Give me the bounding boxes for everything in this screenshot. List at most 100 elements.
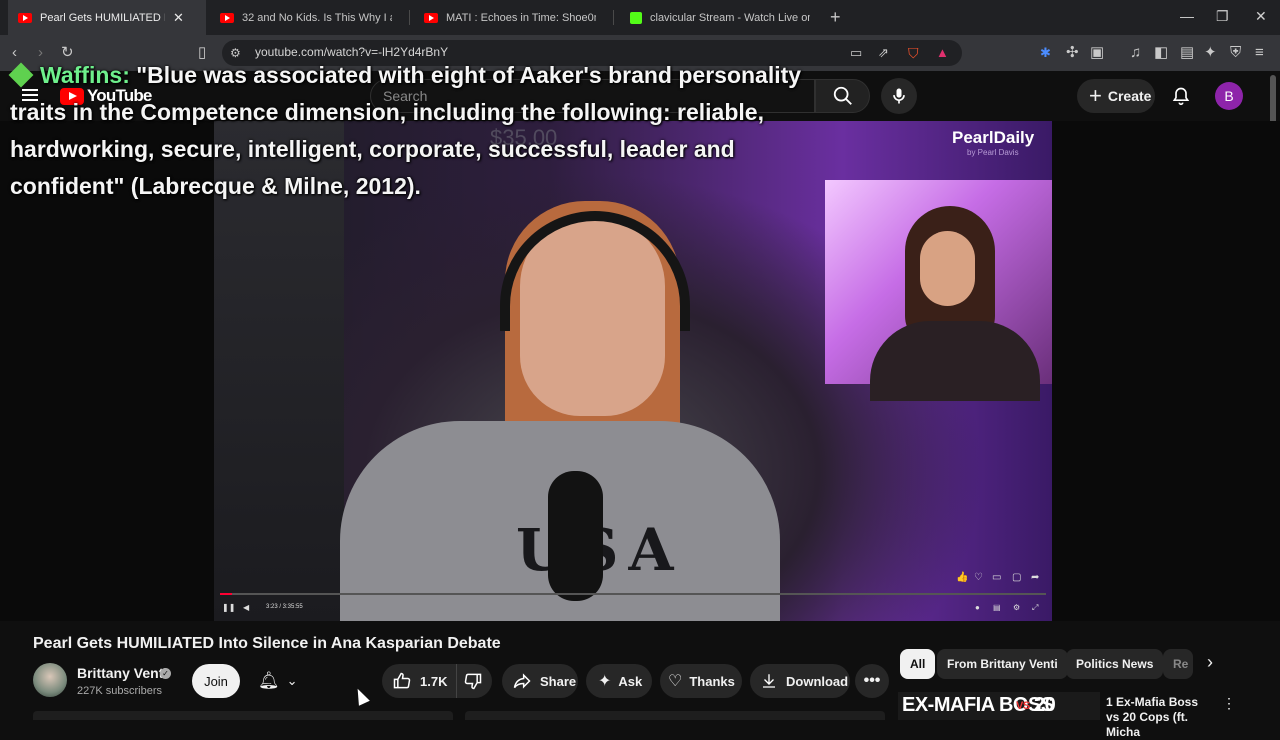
sparkle-icon: ✦ bbox=[598, 673, 612, 690]
comments-box[interactable] bbox=[465, 711, 885, 720]
kick-icon bbox=[630, 11, 642, 24]
recommendation-thumbnail[interactable]: EX-MAFIA BOSS VS 20 COPS bbox=[898, 692, 1100, 720]
subscribed-bell-button[interactable]: 🔔︎ ⌄ bbox=[248, 664, 314, 698]
tab-label: 32 and No Kids. Is This Why I am Lon bbox=[242, 11, 392, 24]
share-label: Share bbox=[540, 673, 577, 689]
share-arrow-icon bbox=[513, 673, 531, 689]
thumb-text-right: 20 COPS bbox=[1034, 694, 1089, 720]
inner-captions-icon: ▤ bbox=[993, 603, 1001, 612]
thumbs-down-icon bbox=[464, 673, 482, 690]
sidebar-icon[interactable]: ◧ bbox=[1154, 44, 1168, 62]
inset-body bbox=[870, 321, 1040, 401]
chat-username: Waffins: bbox=[40, 62, 130, 88]
inner-autoplay-icon: ● bbox=[975, 603, 980, 612]
thumb-text-vs: VS bbox=[1016, 700, 1030, 712]
thanks-label: Thanks bbox=[689, 673, 735, 689]
tab-label: clavicular Stream - Watch Live on Kic bbox=[650, 11, 810, 24]
tab[interactable]: clavicular Stream - Watch Live on Kic bbox=[620, 0, 820, 35]
share-icon[interactable]: ⇗ bbox=[878, 44, 889, 62]
chat-badge-icon bbox=[8, 62, 34, 88]
bell-icon: 🔔︎ bbox=[258, 671, 280, 690]
channel-name[interactable]: Brittany Venti bbox=[77, 665, 167, 681]
description-box[interactable] bbox=[33, 711, 453, 720]
restore-icon[interactable]: ❐ bbox=[1216, 8, 1229, 25]
join-button[interactable]: Join bbox=[192, 664, 240, 698]
extensions-icon[interactable]: ✣ bbox=[1066, 44, 1079, 62]
subscriber-count: 227K subscribers bbox=[77, 685, 162, 697]
brave-shield-icon[interactable]: ⛉ bbox=[908, 44, 919, 62]
create-label: Create bbox=[1107, 88, 1152, 104]
youtube-icon bbox=[220, 12, 234, 23]
search-icon bbox=[833, 86, 852, 105]
tab-separator bbox=[409, 10, 410, 25]
like-button[interactable]: 1.7K bbox=[382, 664, 456, 698]
ask-label: Ask bbox=[618, 673, 643, 689]
inner-time-readout: 3:23 / 3:35:55 bbox=[266, 604, 303, 610]
tab-active[interactable]: Pearl Gets HUMILIATED Into S ✕ bbox=[8, 0, 206, 35]
tab-label: MATI : Echoes in Time: Shoe0nhead bbox=[446, 11, 596, 24]
chevron-down-icon: ⌄ bbox=[286, 673, 298, 688]
tab[interactable]: MATI : Echoes in Time: Shoe0nhead bbox=[414, 0, 614, 35]
dislike-button[interactable] bbox=[456, 664, 492, 698]
chevron-right-icon[interactable]: › bbox=[1207, 652, 1213, 673]
window-close-icon[interactable]: ✕ bbox=[1255, 8, 1267, 25]
chip-all[interactable]: All bbox=[900, 649, 936, 679]
ask-button[interactable]: ✦ Ask bbox=[586, 664, 652, 698]
chip-from-channel[interactable]: From Brittany Venti bbox=[937, 649, 1068, 679]
inner-pause-icon: ❚❚ bbox=[222, 603, 236, 612]
verified-check-icon: ✓ bbox=[160, 668, 171, 679]
voice-search-button[interactable] bbox=[881, 78, 917, 114]
inner-volume-icon: ◀ bbox=[243, 603, 250, 612]
tab-separator bbox=[613, 10, 614, 25]
notifications-bell-icon[interactable] bbox=[1171, 85, 1191, 107]
share-button[interactable]: Share bbox=[502, 664, 578, 698]
reading-icon[interactable]: ▣ bbox=[1090, 44, 1104, 62]
like-count: 1.7K bbox=[420, 673, 448, 689]
chat-overlay-message: Waffins: "Blue was associated with eight… bbox=[8, 57, 810, 205]
youtube-icon bbox=[18, 12, 32, 23]
tab[interactable]: 32 and No Kids. Is This Why I am Lon bbox=[210, 0, 410, 35]
close-icon[interactable]: ✕ bbox=[173, 10, 184, 26]
wallet-icon[interactable]: ▤ bbox=[1180, 44, 1194, 62]
inner-progress-fill bbox=[220, 593, 232, 595]
plus-icon: + bbox=[1089, 83, 1102, 108]
video-title: Pearl Gets HUMILIATED Into Silence in An… bbox=[33, 635, 501, 652]
recommendation-title[interactable]: 1 Ex-Mafia Boss vs 20 Cops (ft. Micha bbox=[1106, 695, 1211, 740]
chip-politics-news[interactable]: Politics News bbox=[1066, 649, 1164, 679]
search-button[interactable] bbox=[815, 79, 870, 113]
cast-icon[interactable]: ▭ bbox=[850, 44, 862, 62]
vpn-icon[interactable]: ✱ bbox=[1040, 44, 1051, 62]
mouse-cursor bbox=[352, 686, 370, 706]
thumbs-up-icon bbox=[393, 672, 411, 689]
inner-like-icon: 👍 bbox=[956, 572, 969, 583]
inner-progress-track bbox=[220, 593, 1046, 595]
pearldaily-logo: PearlDaily bbox=[952, 128, 1035, 147]
inner-dislike-icon: ♡ bbox=[974, 572, 983, 583]
microphone-prop bbox=[548, 471, 603, 601]
pearldaily-byline: by Pearl Davis bbox=[967, 148, 1019, 157]
more-horizontal-icon: ••• bbox=[863, 672, 881, 689]
media-icon[interactable]: ♫ bbox=[1130, 44, 1141, 62]
thanks-button[interactable]: ♡ Thanks bbox=[660, 664, 742, 698]
brave-rewards-icon[interactable]: ▲ bbox=[936, 44, 949, 62]
download-icon bbox=[763, 674, 775, 688]
chip-truncated[interactable]: Re bbox=[1163, 649, 1193, 679]
channel-avatar[interactable] bbox=[33, 663, 67, 697]
inner-fullscreen-icon: ⤢ bbox=[1032, 603, 1039, 612]
account-avatar[interactable]: B bbox=[1215, 82, 1243, 110]
create-button[interactable]: + Create bbox=[1077, 79, 1155, 113]
inset-face bbox=[920, 231, 975, 306]
download-button[interactable]: Download bbox=[750, 664, 850, 698]
inner-comment-icon: ▭ bbox=[992, 572, 1002, 583]
leo-ai-icon[interactable]: ✦ bbox=[1204, 44, 1217, 62]
menu-icon[interactable]: ≡ bbox=[1255, 44, 1264, 62]
minimize-icon[interactable]: — bbox=[1180, 8, 1194, 24]
more-vertical-icon[interactable]: ⋮ bbox=[1222, 695, 1236, 712]
shield-icon[interactable]: ⛨ bbox=[1230, 44, 1241, 62]
inner-settings-icon: ⚙ bbox=[1013, 603, 1021, 612]
inner-chat-icon: ▢ bbox=[1012, 572, 1022, 583]
tab-label: Pearl Gets HUMILIATED Into S bbox=[40, 11, 165, 24]
thanks-heart-icon: ♡ bbox=[668, 673, 683, 690]
more-actions-button[interactable]: ••• bbox=[855, 664, 889, 698]
new-tab-button[interactable]: + bbox=[830, 7, 841, 28]
